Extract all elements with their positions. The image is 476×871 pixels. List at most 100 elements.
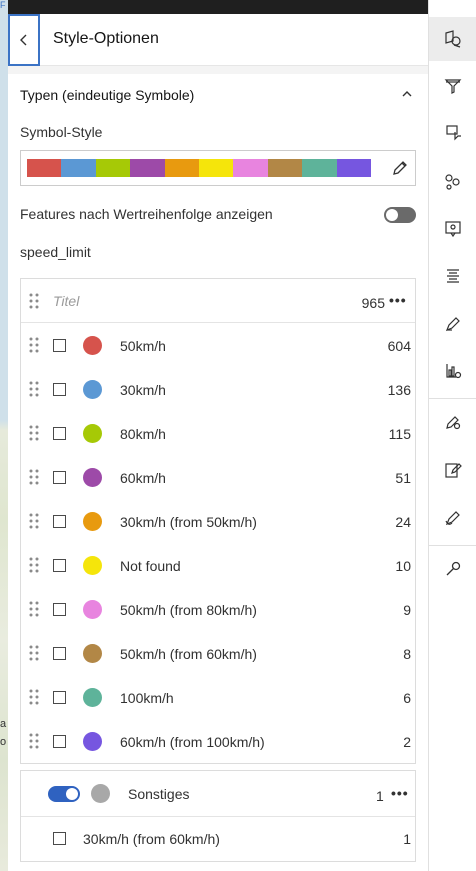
row-count: 6: [403, 690, 411, 706]
symbol-swatch[interactable]: [83, 424, 102, 443]
list-item: 50km/h (from 60km/h) 8: [21, 631, 415, 675]
list-item: 100km/h 6: [21, 675, 415, 719]
toolbar-styles[interactable]: [429, 17, 476, 61]
toolbar-configure[interactable]: [429, 547, 476, 591]
symbol-swatch[interactable]: [83, 688, 102, 707]
configure-icon: [446, 561, 461, 576]
row-checkbox[interactable]: [53, 471, 66, 484]
toolbar-divider: [429, 398, 476, 399]
other-group: Sonstiges 1 ••• 30km/h (from 60km/h) 1: [20, 770, 416, 862]
row-checkbox[interactable]: [53, 427, 66, 440]
toolbar-filter[interactable]: [429, 64, 476, 108]
ramp-swatch: [302, 159, 337, 177]
other-label: Sonstiges: [128, 786, 190, 802]
row-label: 100km/h: [120, 690, 174, 706]
drag-handle-icon[interactable]: [29, 557, 39, 576]
toolbar-field-edit[interactable]: [429, 400, 476, 444]
symbol-swatch[interactable]: [83, 468, 102, 487]
toolbar-charts[interactable]: [429, 349, 476, 393]
row-count: 1: [403, 831, 411, 847]
page-title: Style-Optionen: [53, 30, 159, 47]
symbol-swatch[interactable]: [83, 380, 102, 399]
color-ramp: [27, 159, 371, 177]
toolbar-divider: [429, 545, 476, 546]
row-label: Not found: [120, 558, 181, 574]
list-header: Titel 965 •••: [21, 279, 415, 323]
other-symbol-swatch[interactable]: [91, 784, 110, 803]
list-item: 80km/h 115: [21, 411, 415, 455]
symbol-swatch[interactable]: [83, 336, 102, 355]
effects-icon: [446, 125, 461, 141]
title-input[interactable]: Titel: [53, 293, 79, 309]
other-count: 1: [376, 788, 384, 804]
labels-icon: [447, 269, 459, 283]
ramp-swatch: [164, 159, 199, 177]
total-count: 965: [361, 295, 385, 311]
drag-handle-icon[interactable]: [29, 601, 39, 620]
toolbar-sketch[interactable]: [429, 302, 476, 346]
chevron-left-icon: [20, 34, 27, 46]
row-checkbox[interactable]: [53, 339, 66, 352]
row-checkbox[interactable]: [53, 603, 66, 616]
drag-handle-icon[interactable]: [29, 513, 39, 532]
clustering-icon: [445, 174, 460, 190]
ramp-swatch: [95, 159, 131, 177]
row-count: 24: [395, 514, 411, 530]
row-label: 30km/h (from 50km/h): [120, 514, 257, 530]
row-count: 604: [387, 338, 411, 354]
drag-handle-icon[interactable]: [29, 689, 39, 708]
ramp-swatch: [61, 159, 96, 177]
drag-handle-icon[interactable]: [29, 337, 39, 356]
toolbar-popups[interactable]: [429, 207, 476, 251]
row-checkbox[interactable]: [53, 832, 66, 845]
list-item: 30km/h 136: [21, 367, 415, 411]
order-toggle-switch[interactable]: [384, 207, 416, 223]
panel-header: Style-Optionen: [8, 14, 428, 66]
symbol-swatch[interactable]: [83, 732, 102, 751]
drag-handle-icon[interactable]: [29, 469, 39, 488]
row-count: 8: [403, 646, 411, 662]
drag-handle-icon[interactable]: [29, 425, 39, 444]
row-checkbox[interactable]: [53, 515, 66, 528]
list-item: 50km/h (from 80km/h) 9: [21, 587, 415, 631]
chevron-up-icon[interactable]: [401, 90, 413, 98]
other-toggle-switch[interactable]: [48, 786, 80, 802]
toolbar-clustering[interactable]: [429, 160, 476, 204]
row-label: 60km/h: [120, 470, 166, 486]
symbol-list: Titel 965 ••• 50km/h 604 30km/h 136 80km/h 11…: [20, 278, 416, 764]
filter-icon: [444, 79, 462, 94]
symbol-swatch[interactable]: [83, 644, 102, 663]
row-label: 50km/h (from 60km/h): [120, 646, 257, 662]
row-label: 30km/h: [120, 382, 166, 398]
drag-handle-icon[interactable]: [29, 293, 39, 309]
color-ramp-picker[interactable]: [20, 150, 416, 186]
symbol-swatch[interactable]: [83, 556, 102, 575]
symbol-swatch[interactable]: [83, 600, 102, 619]
row-checkbox[interactable]: [53, 383, 66, 396]
toolbar-labels[interactable]: [429, 254, 476, 298]
list-item: 30km/h (from 50km/h) 24: [21, 499, 415, 543]
top-app-bar: [8, 0, 428, 14]
drag-handle-icon[interactable]: [29, 733, 39, 752]
toolbar-edit-form[interactable]: [429, 448, 476, 492]
drag-handle-icon[interactable]: [29, 381, 39, 400]
order-toggle-label: Features nach Wertreihenfolge anzeigen: [20, 206, 273, 222]
drag-handle-icon[interactable]: [29, 645, 39, 664]
row-checkbox[interactable]: [53, 647, 66, 660]
row-checkbox[interactable]: [53, 691, 66, 704]
settings-toolbar: [428, 0, 476, 871]
section-title[interactable]: Typen (eindeutige Symbole): [20, 87, 194, 103]
list-item: 50km/h 604: [21, 323, 415, 367]
symbol-swatch[interactable]: [83, 512, 102, 531]
row-checkbox[interactable]: [53, 559, 66, 572]
row-label: 60km/h (from 100km/h): [120, 734, 265, 750]
row-checkbox[interactable]: [53, 735, 66, 748]
pencil-icon[interactable]: [391, 159, 409, 177]
row-count: 136: [387, 382, 411, 398]
back-button[interactable]: [8, 14, 40, 66]
row-count: 10: [395, 558, 411, 574]
toolbar-edit-tool[interactable]: [429, 496, 476, 540]
more-options-icon[interactable]: •••: [391, 785, 409, 801]
toolbar-effects[interactable]: [429, 110, 476, 154]
more-options-icon[interactable]: •••: [389, 292, 407, 308]
